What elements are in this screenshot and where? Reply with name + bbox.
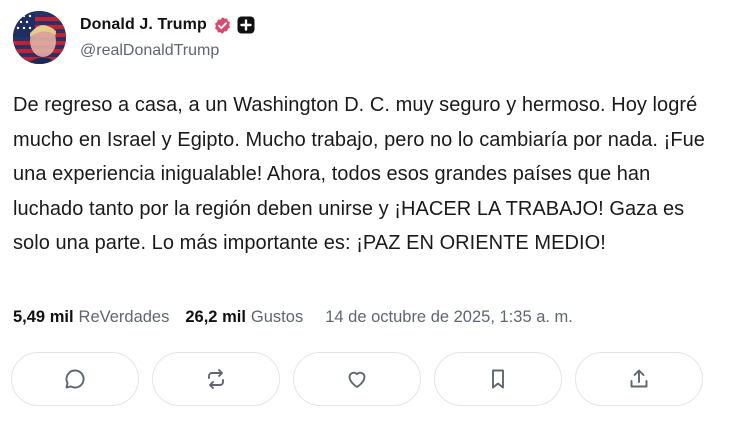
avatar-image [13, 11, 66, 64]
reply-button[interactable] [11, 352, 139, 406]
likes-count[interactable]: 26,2 mil [185, 308, 246, 327]
likes-label[interactable]: Gustos [251, 308, 303, 327]
repost-button[interactable] [152, 352, 280, 406]
post-card: Donald J. Trump @realDonaldTrump De regr… [0, 0, 732, 427]
author-handle[interactable]: @realDonaldTrump [80, 42, 255, 60]
bookmark-button[interactable] [434, 352, 562, 406]
heart-icon [348, 371, 366, 388]
bookmark-icon [492, 369, 504, 389]
reposts-count[interactable]: 5,49 mil [13, 308, 74, 327]
like-button[interactable] [293, 352, 421, 406]
share-button[interactable] [575, 352, 703, 406]
action-bar [11, 352, 703, 406]
author-name-row: Donald J. Trump [80, 14, 255, 36]
avatar[interactable] [13, 11, 66, 64]
author-block: Donald J. Trump @realDonaldTrump [80, 14, 255, 60]
post-date: 14 de octubre de 2025, 1:35 a. m. [325, 308, 573, 326]
share-icon [630, 369, 648, 388]
plus-square-icon [237, 16, 255, 34]
post-text: De regreso a casa, a un Washington D. C.… [13, 94, 705, 254]
post-stats: 5,49 mil ReVerdades 26,2 mil Gustos 14 d… [13, 308, 573, 327]
comment-icon [65, 369, 85, 389]
repost-icon [208, 369, 224, 389]
author-display-name[interactable]: Donald J. Trump [80, 16, 207, 34]
verified-badge-icon [213, 16, 232, 35]
reposts-label[interactable]: ReVerdades [79, 308, 170, 327]
